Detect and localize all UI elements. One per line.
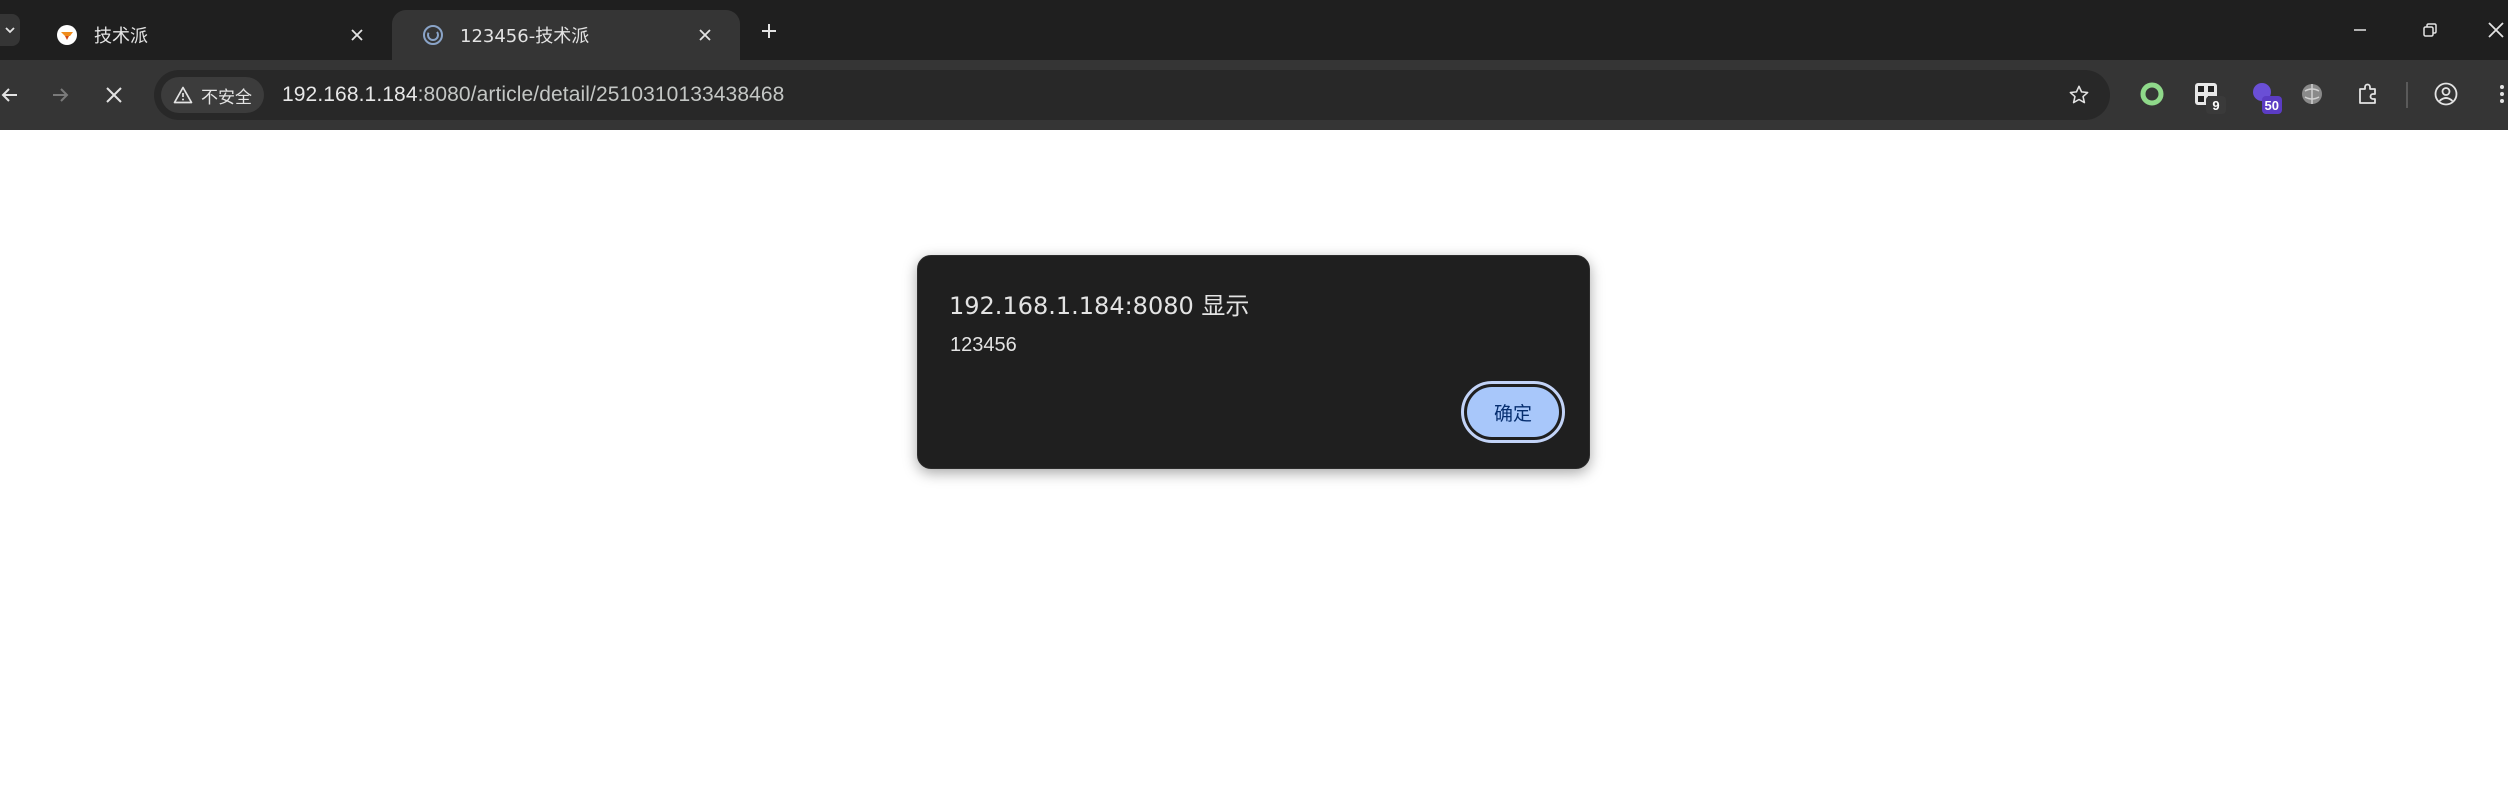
tab-strip: 技术派 123456-技术派 bbox=[0, 0, 2508, 60]
extension-button[interactable]: 50 bbox=[2244, 76, 2282, 114]
extension-button[interactable] bbox=[2134, 76, 2170, 112]
plus-icon bbox=[762, 24, 776, 38]
puzzle-icon bbox=[2359, 83, 2376, 104]
tab-title: 技术派 bbox=[94, 26, 148, 47]
minimize-button[interactable] bbox=[2340, 10, 2380, 50]
account-circle-icon bbox=[2434, 82, 2458, 106]
new-tab-button[interactable] bbox=[754, 16, 784, 46]
extension-badge: 50 bbox=[2261, 96, 2282, 114]
alert-dialog: 192.168.1.184:8080 显示 123456 确定 bbox=[917, 255, 1590, 469]
restore-button[interactable] bbox=[2410, 10, 2450, 50]
extension-button[interactable] bbox=[2294, 76, 2330, 112]
security-chip[interactable]: 不安全 bbox=[161, 77, 264, 113]
dialog-title: 192.168.1.184:8080 显示 bbox=[949, 292, 1250, 320]
close-tab-icon[interactable] bbox=[344, 22, 370, 48]
tab-active[interactable]: 123456-技术派 bbox=[392, 10, 740, 60]
dialog-message: 123456 bbox=[950, 334, 1017, 356]
extension-button[interactable]: 9 bbox=[2188, 76, 2226, 114]
browser-toolbar: 不安全 192.168.1.184:8080/article/detail/25… bbox=[0, 60, 2508, 130]
forward-button[interactable] bbox=[42, 77, 78, 113]
star-icon bbox=[2069, 85, 2089, 104]
extensions-menu-button[interactable] bbox=[2350, 76, 2386, 112]
bookmark-star-button[interactable] bbox=[2066, 82, 2092, 108]
security-chip-label: 不安全 bbox=[201, 87, 252, 108]
close-tab-icon[interactable] bbox=[692, 22, 718, 48]
ok-button[interactable]: 确定 bbox=[1461, 381, 1565, 443]
profile-button[interactable] bbox=[2428, 76, 2464, 112]
address-bar[interactable]: 不安全 192.168.1.184:8080/article/detail/25… bbox=[154, 70, 2110, 120]
minimize-icon bbox=[2354, 29, 2366, 31]
arrow-left-icon bbox=[1, 88, 17, 102]
loading-globe-icon bbox=[422, 24, 444, 46]
arrow-right-icon bbox=[53, 88, 69, 102]
chevron-down-icon bbox=[5, 27, 15, 34]
url-path: :8080/article/detail/2510310133438468 bbox=[417, 83, 785, 106]
url-text[interactable]: 192.168.1.184:8080/article/detail/251031… bbox=[282, 83, 784, 107]
toolbar-divider bbox=[2406, 82, 2408, 108]
close-icon bbox=[2488, 22, 2504, 38]
more-vertical-icon bbox=[2500, 85, 2504, 103]
gray-ball-extension-icon bbox=[2302, 84, 2322, 104]
extension-badge: 9 bbox=[2206, 96, 2226, 114]
url-host: 192.168.1.184 bbox=[282, 83, 418, 106]
back-button[interactable] bbox=[0, 77, 28, 113]
page-content: 192.168.1.184:8080 显示 123456 确定 bbox=[0, 130, 2508, 794]
tab-inactive[interactable]: 技术派 bbox=[26, 10, 392, 60]
tab-title: 123456-技术派 bbox=[460, 26, 590, 47]
stop-loading-button[interactable] bbox=[96, 77, 132, 113]
close-window-button[interactable] bbox=[2476, 10, 2508, 50]
orange-logo-icon bbox=[56, 24, 78, 46]
green-ring-extension-icon bbox=[2140, 82, 2164, 106]
warning-triangle-icon bbox=[173, 86, 193, 104]
ok-button-label: 确定 bbox=[1467, 387, 1559, 437]
browser-menu-button[interactable] bbox=[2484, 76, 2508, 112]
stop-x-icon bbox=[106, 87, 122, 103]
restore-icon bbox=[2423, 23, 2437, 37]
tab-search-button[interactable] bbox=[0, 14, 20, 46]
